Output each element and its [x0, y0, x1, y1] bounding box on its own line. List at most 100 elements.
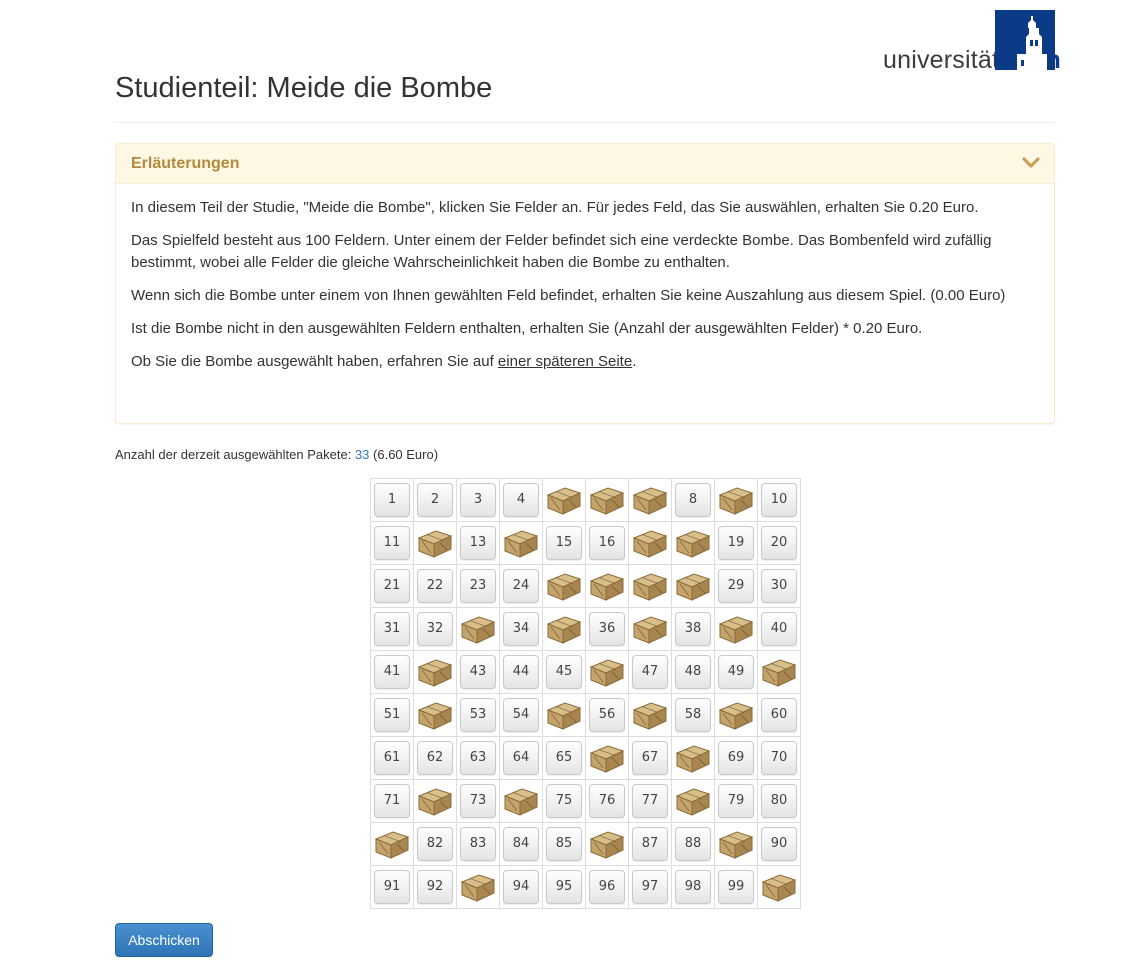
package-box-icon[interactable] — [588, 570, 626, 602]
grid-cell[interactable]: 13 — [456, 521, 500, 565]
grid-cell[interactable]: 2 — [413, 478, 457, 522]
grid-cell[interactable]: 11 — [370, 521, 414, 565]
grid-cell[interactable] — [542, 693, 586, 737]
grid-cell[interactable] — [628, 693, 672, 737]
grid-cell[interactable]: 44 — [499, 650, 543, 694]
grid-cell[interactable]: 8 — [671, 478, 715, 522]
field-button[interactable]: 94 — [503, 870, 539, 904]
field-button[interactable]: 56 — [589, 698, 625, 732]
package-box-icon[interactable] — [416, 699, 454, 731]
package-box-icon[interactable] — [588, 656, 626, 688]
grid-cell[interactable] — [585, 650, 629, 694]
grid-cell[interactable]: 77 — [628, 779, 672, 823]
field-button[interactable]: 90 — [761, 827, 797, 861]
submit-button[interactable]: Abschicken — [115, 923, 213, 957]
grid-cell[interactable]: 65 — [542, 736, 586, 780]
field-button[interactable]: 95 — [546, 870, 582, 904]
field-button[interactable]: 38 — [675, 612, 711, 646]
package-box-icon[interactable] — [717, 828, 755, 860]
field-button[interactable]: 20 — [761, 526, 797, 560]
field-button[interactable]: 43 — [460, 655, 496, 689]
field-button[interactable]: 77 — [632, 784, 668, 818]
grid-cell[interactable] — [499, 779, 543, 823]
grid-cell[interactable] — [714, 693, 758, 737]
grid-cell[interactable]: 62 — [413, 736, 457, 780]
field-button[interactable]: 15 — [546, 526, 582, 560]
grid-cell[interactable]: 94 — [499, 865, 543, 909]
grid-cell[interactable] — [671, 521, 715, 565]
grid-cell[interactable]: 4 — [499, 478, 543, 522]
grid-cell[interactable] — [413, 650, 457, 694]
grid-cell[interactable]: 76 — [585, 779, 629, 823]
field-button[interactable]: 10 — [761, 483, 797, 517]
grid-cell[interactable]: 64 — [499, 736, 543, 780]
grid-cell[interactable]: 45 — [542, 650, 586, 694]
grid-cell[interactable] — [542, 607, 586, 651]
field-button[interactable]: 29 — [718, 569, 754, 603]
grid-cell[interactable]: 32 — [413, 607, 457, 651]
grid-cell[interactable]: 70 — [757, 736, 801, 780]
field-button[interactable]: 88 — [675, 827, 711, 861]
package-box-icon[interactable] — [545, 484, 583, 516]
grid-cell[interactable] — [456, 865, 500, 909]
field-button[interactable]: 87 — [632, 827, 668, 861]
field-button[interactable]: 3 — [460, 483, 496, 517]
grid-cell[interactable]: 41 — [370, 650, 414, 694]
field-button[interactable]: 19 — [718, 526, 754, 560]
grid-cell[interactable]: 67 — [628, 736, 672, 780]
field-button[interactable]: 51 — [374, 698, 410, 732]
field-button[interactable]: 31 — [374, 612, 410, 646]
grid-cell[interactable]: 98 — [671, 865, 715, 909]
field-button[interactable]: 22 — [417, 569, 453, 603]
field-button[interactable]: 48 — [675, 655, 711, 689]
grid-cell[interactable]: 22 — [413, 564, 457, 608]
field-button[interactable]: 30 — [761, 569, 797, 603]
grid-cell[interactable] — [671, 779, 715, 823]
grid-cell[interactable]: 51 — [370, 693, 414, 737]
grid-cell[interactable]: 61 — [370, 736, 414, 780]
grid-cell[interactable]: 40 — [757, 607, 801, 651]
grid-cell[interactable]: 79 — [714, 779, 758, 823]
grid-cell[interactable] — [757, 650, 801, 694]
package-box-icon[interactable] — [416, 527, 454, 559]
field-button[interactable]: 70 — [761, 741, 797, 775]
field-button[interactable]: 98 — [675, 870, 711, 904]
package-box-icon[interactable] — [588, 742, 626, 774]
field-button[interactable]: 34 — [503, 612, 539, 646]
field-button[interactable]: 84 — [503, 827, 539, 861]
grid-cell[interactable]: 1 — [370, 478, 414, 522]
grid-cell[interactable]: 71 — [370, 779, 414, 823]
grid-cell[interactable]: 48 — [671, 650, 715, 694]
chevron-down-icon[interactable] — [1022, 156, 1040, 170]
grid-cell[interactable]: 30 — [757, 564, 801, 608]
field-button[interactable]: 62 — [417, 741, 453, 775]
grid-cell[interactable]: 80 — [757, 779, 801, 823]
field-button[interactable]: 76 — [589, 784, 625, 818]
grid-cell[interactable]: 75 — [542, 779, 586, 823]
field-button[interactable]: 13 — [460, 526, 496, 560]
package-box-icon[interactable] — [502, 785, 540, 817]
grid-cell[interactable] — [413, 521, 457, 565]
grid-cell[interactable]: 21 — [370, 564, 414, 608]
grid-cell[interactable]: 47 — [628, 650, 672, 694]
grid-cell[interactable]: 69 — [714, 736, 758, 780]
package-box-icon[interactable] — [588, 828, 626, 860]
grid-cell[interactable]: 92 — [413, 865, 457, 909]
field-button[interactable]: 67 — [632, 741, 668, 775]
package-box-icon[interactable] — [717, 484, 755, 516]
grid-cell[interactable]: 85 — [542, 822, 586, 866]
field-button[interactable]: 44 — [503, 655, 539, 689]
field-button[interactable]: 1 — [374, 483, 410, 517]
field-button[interactable]: 32 — [417, 612, 453, 646]
package-box-icon[interactable] — [674, 742, 712, 774]
field-button[interactable]: 71 — [374, 784, 410, 818]
grid-cell[interactable]: 43 — [456, 650, 500, 694]
field-button[interactable]: 47 — [632, 655, 668, 689]
grid-cell[interactable]: 29 — [714, 564, 758, 608]
grid-cell[interactable] — [499, 521, 543, 565]
package-box-icon[interactable] — [545, 570, 583, 602]
package-box-icon[interactable] — [674, 527, 712, 559]
package-box-icon[interactable] — [631, 527, 669, 559]
grid-cell[interactable]: 10 — [757, 478, 801, 522]
field-button[interactable]: 73 — [460, 784, 496, 818]
